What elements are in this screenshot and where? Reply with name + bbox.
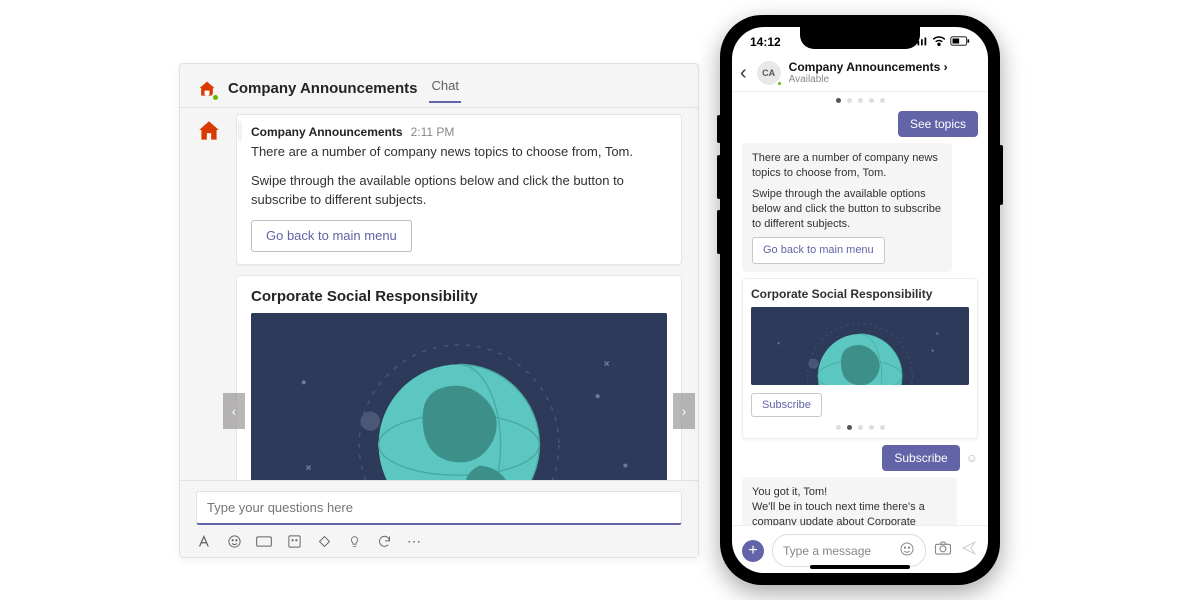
bot-avatar-small (196, 114, 226, 265)
phone-chat-body[interactable]: See topics There are a number of company… (732, 92, 988, 525)
compose-toolbar: ⋯ (196, 533, 682, 549)
chevron-right-icon: › (944, 60, 948, 74)
phone-volume-up (717, 155, 721, 199)
phone-chat-header: ‹ CA Company Announcements › Available (732, 57, 988, 92)
bubble-line-1: There are a number of company news topic… (752, 151, 942, 181)
phone-device-frame: 14:12 ‹ CA Company Announcements › Avail… (720, 15, 1000, 585)
camera-icon[interactable] (934, 540, 952, 561)
phone-chat-title[interactable]: Company Announcements › (789, 61, 948, 74)
bot-bubble: There are a number of company news topic… (742, 143, 952, 272)
message-timestamp: 2:11 PM (411, 125, 455, 139)
lightbulb-icon[interactable] (346, 533, 362, 549)
bot-message: Company Announcements 2:11 PM There are … (196, 114, 682, 265)
carousel-pager-top (836, 98, 885, 103)
emoji-icon[interactable] (226, 533, 242, 549)
desktop-compose-area: ⋯ (180, 480, 698, 557)
subscribe-chip[interactable]: Subscribe (882, 445, 959, 471)
teams-desktop-window: Company Announcements Chat Company Annou… (179, 63, 699, 558)
extensions-icon[interactable] (316, 533, 332, 549)
message-input[interactable] (196, 491, 682, 525)
presence-available-icon (211, 93, 220, 102)
back-to-menu-button[interactable]: Go back to main menu (251, 220, 412, 253)
presence-available-icon (238, 121, 242, 142)
more-icon[interactable]: ⋯ (406, 533, 422, 549)
confirmation-bubble: You got it, Tom! We'll be in touch next … (742, 477, 957, 525)
back-to-menu-button[interactable]: Go back to main menu (752, 237, 885, 264)
carousel-title: Corporate Social Responsibility (251, 288, 667, 305)
desktop-header: Company Announcements Chat (180, 64, 698, 108)
card-image (751, 307, 969, 385)
phone-mute-switch (717, 115, 721, 143)
phone-notch (800, 27, 920, 49)
reaction-icon[interactable]: ☺ (966, 451, 978, 465)
emoji-icon[interactable] (899, 541, 915, 560)
back-button[interactable]: ‹ (738, 62, 749, 85)
phone-chat-subtitle: Available (789, 74, 948, 85)
see-topics-button[interactable]: See topics (898, 111, 978, 137)
chevron-left-icon: ‹ (232, 403, 237, 419)
input-placeholder: Type a message (783, 544, 871, 558)
desktop-chat-body: Company Announcements 2:11 PM There are … (180, 108, 698, 480)
gif-icon[interactable] (256, 533, 272, 549)
chevron-right-icon: › (682, 403, 687, 419)
avatar-initials: CA (762, 68, 775, 78)
phone-message-input[interactable]: Type a message (772, 534, 926, 567)
user-reply-row: Subscribe ☺ (882, 445, 978, 471)
carousel-prev-button[interactable]: ‹ (223, 393, 245, 429)
topic-carousel-card: Corporate Social Responsibility Subscrib… (236, 275, 682, 480)
message-line-2: Swipe through the available options belo… (251, 172, 667, 210)
carousel-pager (751, 425, 969, 430)
home-indicator[interactable] (810, 565, 910, 569)
message-card: Company Announcements 2:11 PM There are … (236, 114, 682, 265)
sticker-icon[interactable] (286, 533, 302, 549)
confirm-line-1: You got it, Tom! (752, 485, 947, 500)
battery-icon (950, 35, 970, 49)
carousel-next-button[interactable]: › (673, 393, 695, 429)
status-time: 14:12 (750, 35, 781, 49)
message-sender: Company Announcements (251, 125, 403, 139)
bot-avatar: CA (757, 61, 781, 85)
card-title: Corporate Social Responsibility (751, 287, 969, 301)
format-icon[interactable] (196, 533, 212, 549)
phone-screen: 14:12 ‹ CA Company Announcements › Avail… (732, 27, 988, 573)
bot-avatar (196, 78, 218, 100)
loop-icon[interactable] (376, 533, 392, 549)
add-attachment-button[interactable]: + (742, 540, 764, 562)
wifi-icon (932, 35, 946, 49)
topic-card: Corporate Social Responsibility Subscrib… (742, 278, 978, 439)
message-line-1: There are a number of company news topic… (251, 143, 667, 162)
carousel-image (251, 313, 667, 480)
phone-volume-down (717, 210, 721, 254)
phone-power-button (999, 145, 1003, 205)
subscribe-button[interactable]: Subscribe (751, 393, 822, 417)
presence-available-icon (776, 80, 783, 87)
send-icon[interactable] (960, 540, 978, 561)
tab-chat[interactable]: Chat (429, 74, 460, 103)
chat-title: Company Announcements (228, 80, 417, 97)
bubble-line-2: Swipe through the available options belo… (752, 187, 942, 232)
confirm-line-2: We'll be in touch next time there's a co… (752, 500, 947, 525)
